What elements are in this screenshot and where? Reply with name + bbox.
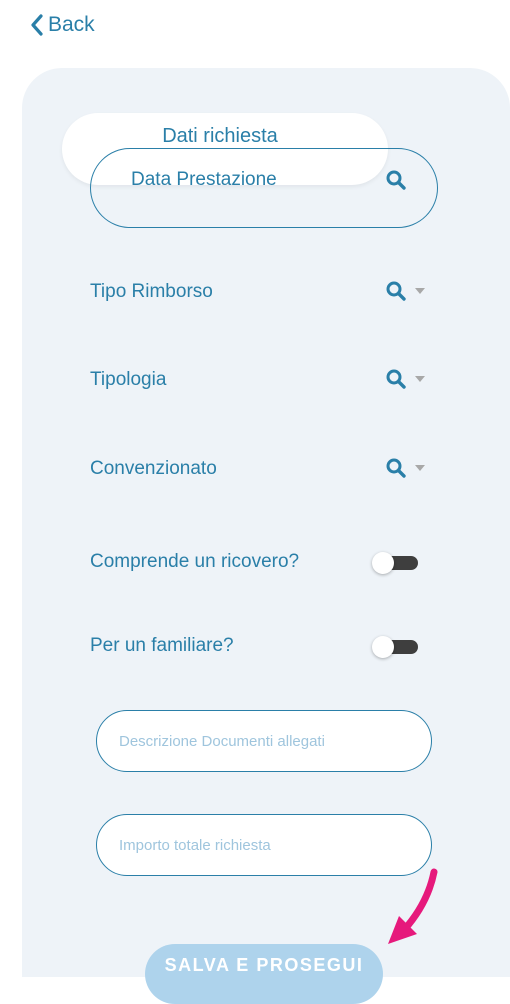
save-button-label: SALVA E PROSEGUI [164,955,364,975]
ricovero-label: Comprende un ricovero? [90,551,300,572]
back-button[interactable]: Back [30,12,95,38]
convenzionato-select[interactable]: Convenzionato [90,455,438,485]
search-icon[interactable] [385,368,407,390]
search-icon[interactable] [385,457,407,479]
search-icon[interactable] [385,280,407,302]
toggle-knob [372,552,394,574]
top-bar: Back [0,0,510,52]
caret-down-icon[interactable] [415,376,425,383]
tab-label: Dati richiesta [162,125,278,147]
importo-totale-input[interactable] [96,814,432,876]
data-prestazione-field[interactable]: Data Prestazione [90,148,438,228]
tipologia-select[interactable]: Tipologia [90,366,438,396]
tipo-rimborso-select[interactable]: Tipo Rimborso [90,278,438,308]
search-icon[interactable] [385,169,407,191]
familiare-toggle-row: Per un familiare? [90,632,438,662]
familiare-toggle[interactable] [372,636,418,658]
toggle-knob [372,636,394,658]
caret-down-icon[interactable] [415,465,425,472]
ricovero-toggle-row: Comprende un ricovero? [90,548,438,578]
chevron-left-icon [31,14,43,36]
convenzionato-label: Convenzionato [90,458,217,479]
ricovero-toggle[interactable] [372,552,418,574]
tipo-rimborso-label: Tipo Rimborso [90,281,213,302]
tipologia-label: Tipologia [90,369,167,390]
data-prestazione-label: Data Prestazione [131,169,277,190]
salva-e-prosegui-button[interactable]: SALVA E PROSEGUI [145,944,383,1004]
familiare-label: Per un familiare? [90,635,234,656]
caret-down-icon[interactable] [415,288,425,295]
descrizione-documenti-input[interactable] [96,710,432,772]
back-label: Back [48,13,95,36]
annotation-arrow-icon [388,868,438,944]
